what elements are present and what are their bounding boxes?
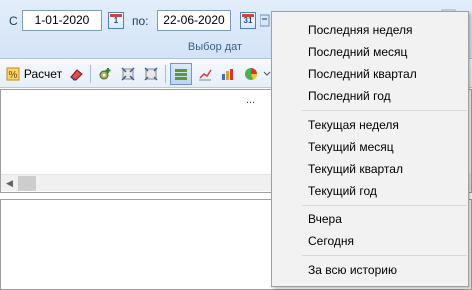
menu-item-current-month[interactable]: Текущий месяц — [308, 137, 468, 157]
menu-item-last-quarter[interactable]: Последний квартал — [308, 64, 468, 84]
period-menu-icon[interactable] — [259, 12, 270, 29]
menu-item-current-year[interactable]: Текущий год — [308, 181, 468, 201]
expand-icon — [121, 67, 135, 81]
from-label: С — [9, 14, 18, 28]
menu-item-last-month[interactable]: Последний месяц — [308, 42, 468, 62]
menu-item-current-quarter[interactable]: Текущий квартал — [308, 159, 468, 179]
eraser-icon — [69, 67, 83, 81]
calculate-icon: % — [6, 67, 20, 81]
column-ellipsis: ... — [246, 94, 256, 106]
period-popup-menu: Последняя неделя Последний месяц Последн… — [271, 11, 469, 287]
menu-item-yesterday[interactable]: Вчера — [308, 209, 468, 229]
menu-separator — [302, 255, 467, 256]
collapse-button[interactable] — [141, 63, 161, 85]
table-view-button[interactable] — [170, 63, 192, 85]
from-calendar-button[interactable]: 1 — [108, 12, 124, 29]
menu-separator — [302, 205, 467, 206]
menu-item-all-history[interactable]: За всю историю — [308, 260, 468, 280]
bar-chart-button[interactable] — [218, 63, 238, 85]
line-chart-icon — [198, 67, 212, 81]
table-icon — [174, 67, 188, 81]
menu-item-last-year[interactable]: Последний год — [308, 86, 468, 106]
scroll-thumb[interactable] — [18, 176, 36, 191]
line-chart-button[interactable] — [195, 63, 215, 85]
expand-button[interactable] — [118, 63, 138, 85]
menu-item-today[interactable]: Сегодня — [308, 231, 468, 251]
add-gear-button[interactable] — [95, 63, 115, 85]
to-calendar-button[interactable]: 31 — [240, 12, 256, 29]
calculate-label: Расчет — [23, 67, 63, 81]
scroll-left-arrow-icon[interactable]: ◀ — [1, 175, 18, 192]
eraser-button[interactable] — [66, 63, 86, 85]
collapse-icon — [144, 67, 158, 81]
pie-chart-icon — [244, 67, 258, 81]
to-date-input[interactable]: 22-06-2020 — [157, 10, 231, 31]
gear-add-icon — [98, 67, 112, 81]
svg-text:%: % — [8, 70, 17, 81]
date-group-label: Выбор дат — [187, 41, 243, 53]
menu-item-current-week[interactable]: Текущая неделя — [308, 115, 468, 135]
calculate-button[interactable]: % Расчет — [4, 63, 64, 85]
from-date-input[interactable]: 1-01-2020 — [22, 10, 102, 31]
to-label: по: — [132, 14, 149, 28]
bar-chart-icon — [221, 67, 235, 81]
menu-item-last-week[interactable]: Последняя неделя — [308, 20, 468, 40]
menu-separator — [302, 110, 467, 111]
pie-chart-button[interactable] — [241, 63, 261, 85]
